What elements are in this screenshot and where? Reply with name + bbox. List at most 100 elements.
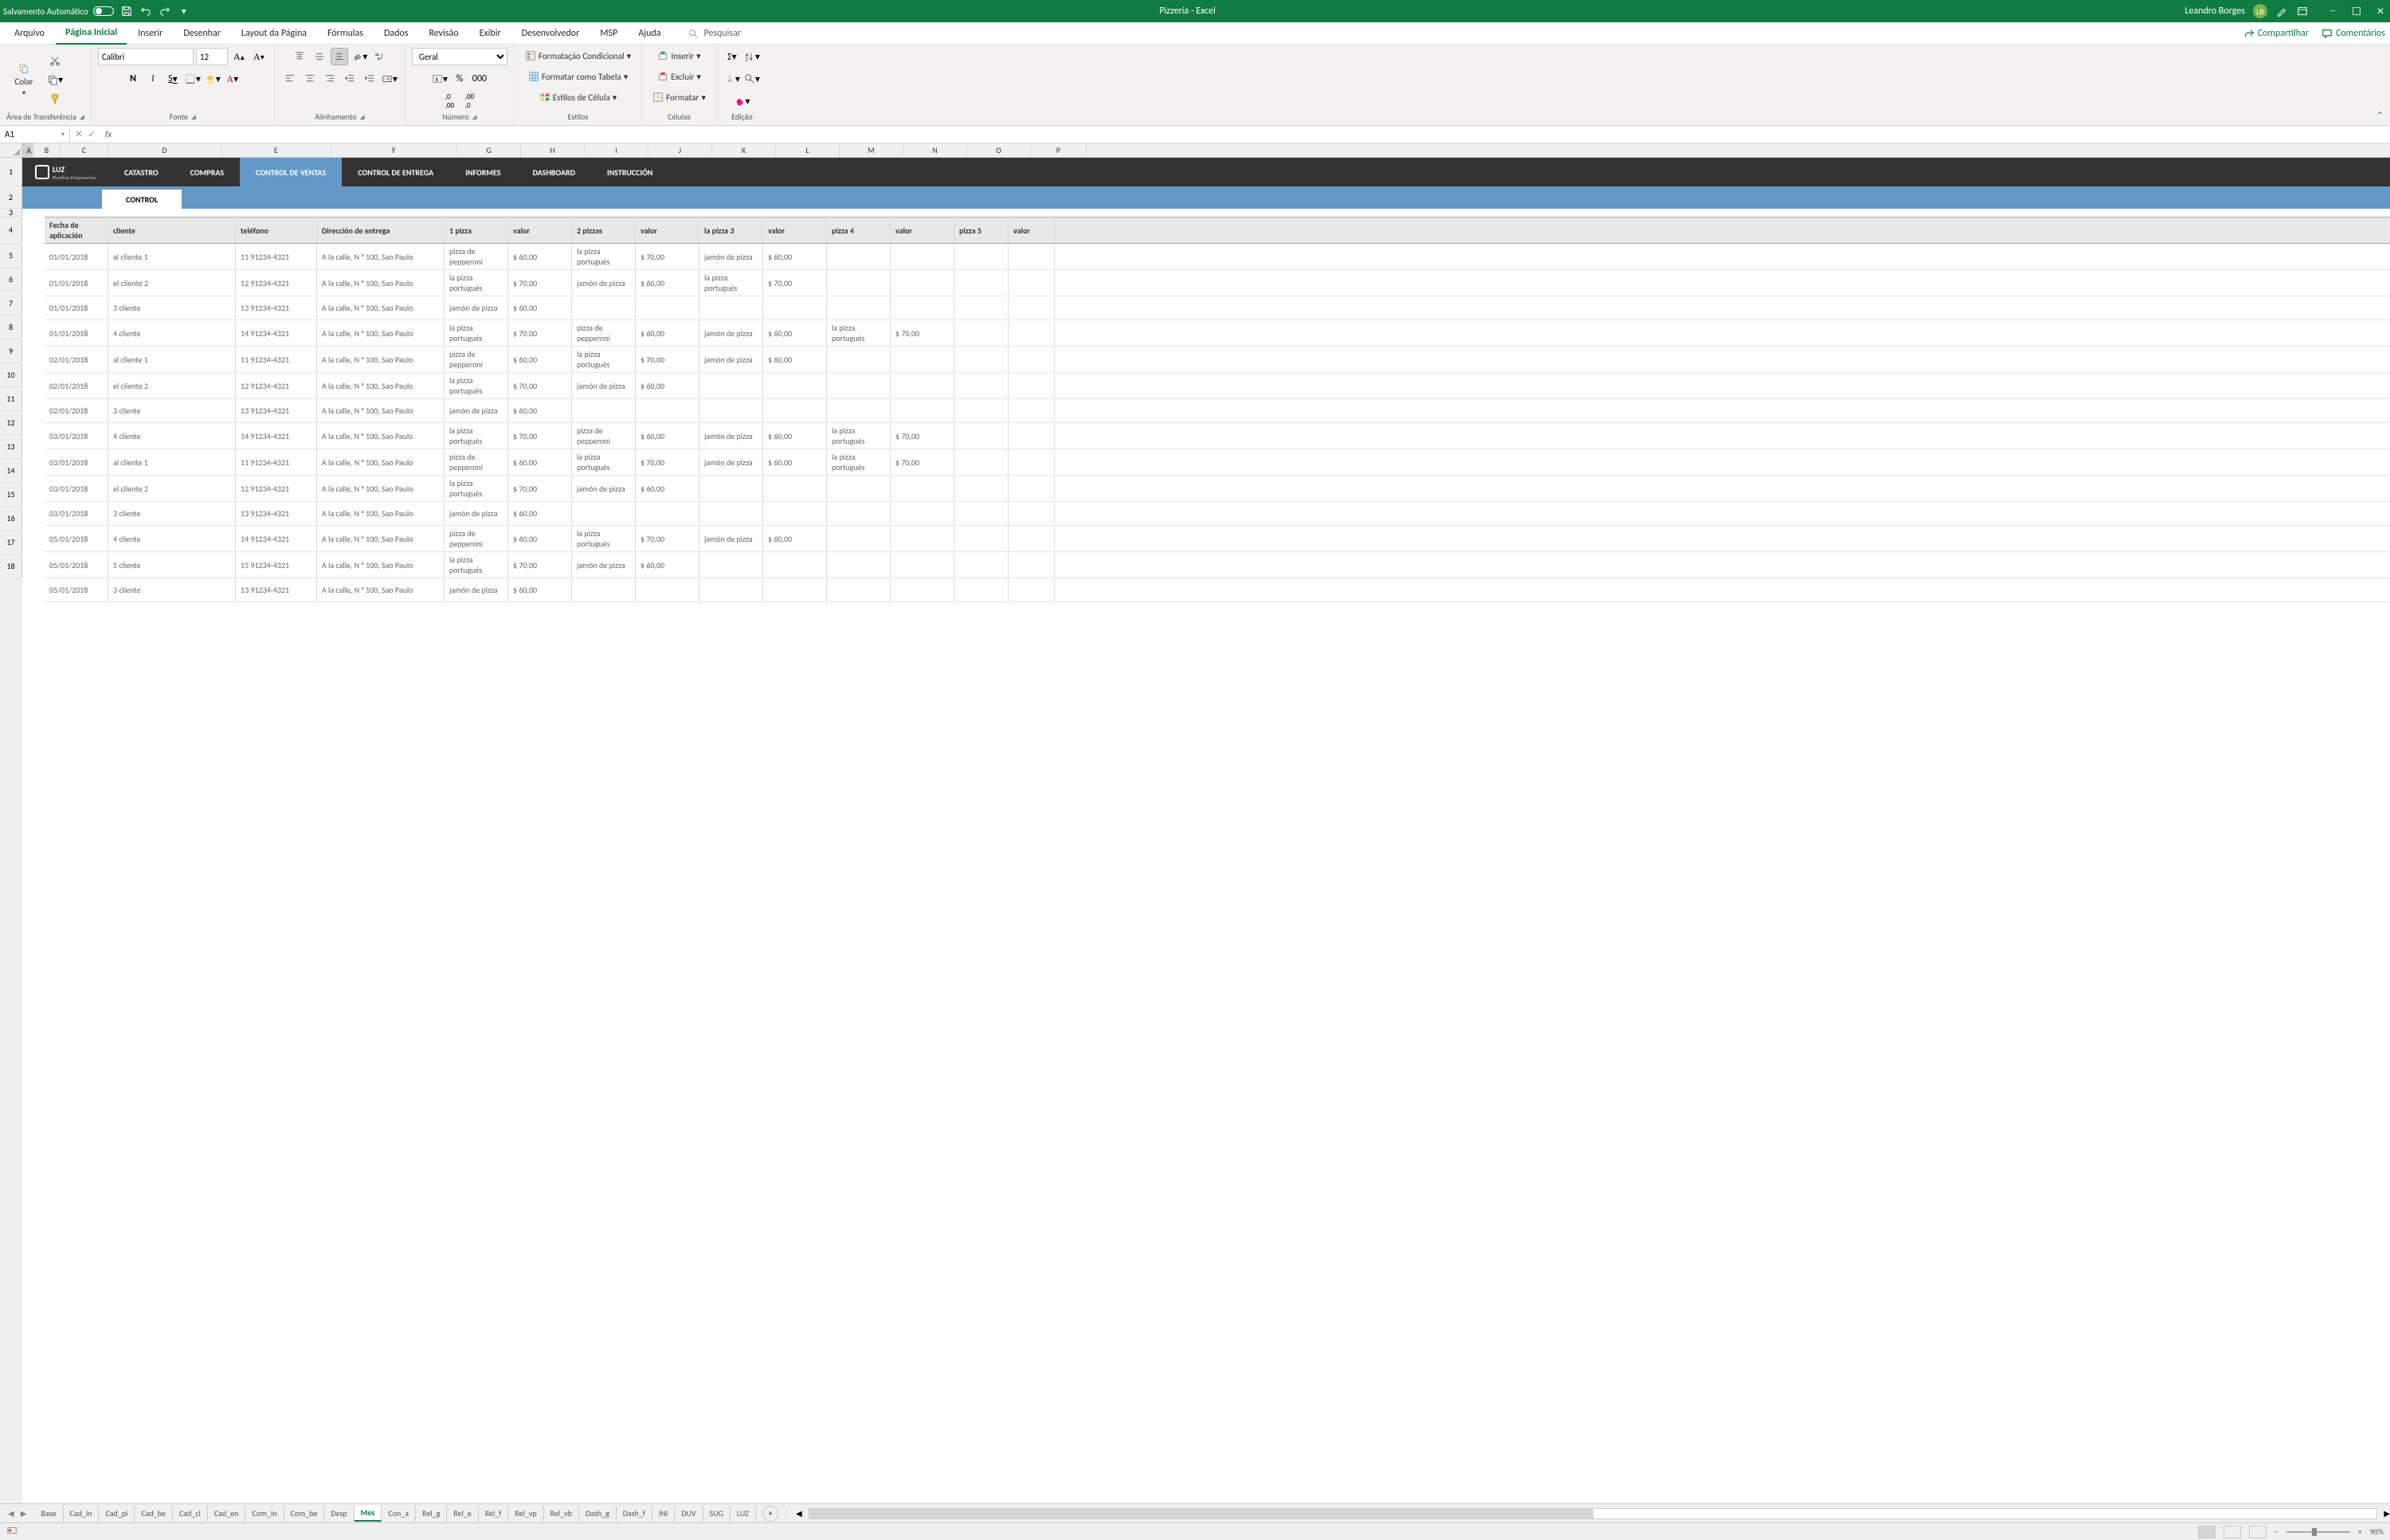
- teléfono[interactable]: 11 91234-4321: [236, 449, 317, 475]
- sheet-tab-Desp[interactable]: Desp: [324, 1506, 354, 1522]
- 1 pizza[interactable]: pizza de pepperoni: [445, 449, 508, 475]
- col-header-N[interactable]: N: [903, 143, 967, 157]
- teléfono[interactable]: 11 91234-4321: [236, 347, 317, 372]
- la pizza 3[interactable]: jamón de pizza: [699, 347, 763, 372]
- table-row[interactable]: 03/01/2018el cliente 212 91234-4321A la …: [45, 476, 2390, 502]
- row-header-11[interactable]: 11: [0, 387, 22, 411]
- nav-control-de-entrega[interactable]: CONTROL DE ENTREGA: [342, 158, 449, 186]
- row-header-2[interactable]: 2: [0, 186, 22, 209]
- row-header-7[interactable]: 7: [0, 292, 22, 315]
- tab-página-inicial[interactable]: Página Inicial: [56, 22, 127, 45]
- valor[interactable]: [891, 296, 954, 319]
- fx-icon[interactable]: fx: [100, 129, 116, 139]
- merge-icon[interactable]: ▾: [381, 70, 398, 88]
- la pizza 3[interactable]: jamón de pizza: [699, 244, 763, 269]
- teléfono[interactable]: 15 91234-4321: [236, 552, 317, 578]
- col-header-M[interactable]: M: [840, 143, 903, 157]
- comma-icon[interactable]: 000: [471, 70, 488, 88]
- pizza 5[interactable]: [954, 399, 1009, 422]
- qat-more-icon[interactable]: ▾: [178, 5, 190, 18]
- valor[interactable]: $ 70,00: [508, 320, 572, 346]
- nav-informes[interactable]: INFORMES: [449, 158, 516, 186]
- pizza 5[interactable]: [954, 320, 1009, 346]
- format-painter-icon[interactable]: [46, 90, 64, 108]
- sheet-tab-DUV[interactable]: DUV: [675, 1506, 703, 1522]
- sheet-tab-LUZ[interactable]: LUZ: [731, 1506, 756, 1522]
- 2 pizzas[interactable]: pizza de pepperoni: [572, 320, 636, 346]
- close-icon[interactable]: ✕: [2374, 5, 2387, 18]
- tab-arquivo[interactable]: Arquivo: [5, 22, 54, 45]
- 2 pizzas[interactable]: la pizza portugués: [572, 526, 636, 551]
- col-7[interactable]: valor: [636, 217, 699, 243]
- cond-format-button[interactable]: Formatação Condicional▾: [521, 48, 635, 64]
- teléfono[interactable]: 13 91234-4321: [236, 502, 317, 525]
- 2 pizzas[interactable]: jamón de pizza: [572, 552, 636, 578]
- delete-cells-button[interactable]: Excluir▾: [653, 69, 705, 84]
- valor[interactable]: $ 70,00: [508, 423, 572, 449]
- teléfono[interactable]: 13 91234-4321: [236, 399, 317, 422]
- valor[interactable]: [1009, 244, 1055, 269]
- valor[interactable]: [1009, 373, 1055, 398]
- select-all-corner[interactable]: [0, 143, 22, 157]
- save-icon[interactable]: [120, 5, 133, 18]
- pizza 5[interactable]: [954, 552, 1009, 578]
- valor[interactable]: [1009, 449, 1055, 475]
- Fecha de aplicación[interactable]: 01/01/2018: [45, 244, 108, 269]
- Fecha de aplicación[interactable]: 03/01/2018: [45, 449, 108, 475]
- 1 pizza[interactable]: la pizza portugués: [445, 373, 508, 398]
- col-header-L[interactable]: L: [776, 143, 840, 157]
- row-header-12[interactable]: 12: [0, 411, 22, 435]
- Dirección de entrega[interactable]: A la calle, N ° 100, Sao Paulo: [317, 244, 445, 269]
- format-cells-button[interactable]: Formatar▾: [648, 89, 710, 105]
- sheet-tab-Rel_vp[interactable]: Rel_vp: [508, 1506, 543, 1522]
- valor[interactable]: $ 60,00: [508, 502, 572, 525]
- la pizza 3[interactable]: [699, 578, 763, 602]
- collapse-ribbon-icon[interactable]: ⌃: [2369, 107, 2390, 125]
- tab-inserir[interactable]: Inserir: [128, 22, 172, 45]
- valor[interactable]: [891, 244, 954, 269]
- row-header-3[interactable]: 3: [0, 209, 22, 217]
- row-header-14[interactable]: 14: [0, 459, 22, 483]
- teléfono[interactable]: 14 91234-4321: [236, 320, 317, 346]
- col-header-F[interactable]: F: [331, 143, 457, 157]
- comments-button[interactable]: Comentários: [2321, 28, 2385, 39]
- pizza 4[interactable]: [827, 578, 891, 602]
- valor[interactable]: $ 70,00: [636, 244, 699, 269]
- pizza 5[interactable]: [954, 578, 1009, 602]
- row-header-17[interactable]: 17: [0, 531, 22, 554]
- sheet-tab-Cad_en[interactable]: Cad_en: [208, 1506, 246, 1522]
- draw-mode-icon[interactable]: [2275, 5, 2288, 18]
- table-row[interactable]: 02/01/20183 cliente13 91234-4321A la cal…: [45, 399, 2390, 423]
- align-right-icon[interactable]: [321, 70, 339, 88]
- 1 pizza[interactable]: pizza de pepperoni: [445, 347, 508, 372]
- pizza 4[interactable]: [827, 270, 891, 296]
- 1 pizza[interactable]: jamón de pizza: [445, 399, 508, 422]
- pizza 5[interactable]: [954, 347, 1009, 372]
- la pizza 3[interactable]: jamón de pizza: [699, 423, 763, 449]
- valor[interactable]: [636, 502, 699, 525]
- dialog-launcher-icon[interactable]: ◢: [472, 113, 476, 121]
- Dirección de entrega[interactable]: A la calle, N ° 100, Sao Paulo: [317, 373, 445, 398]
- bold-button[interactable]: N: [124, 70, 142, 88]
- valor[interactable]: [891, 502, 954, 525]
- la pizza 3[interactable]: [699, 502, 763, 525]
- copy-icon[interactable]: ▾: [46, 71, 64, 88]
- cliente[interactable]: 4 cliente: [108, 526, 236, 551]
- la pizza 3[interactable]: jamón de pizza: [699, 526, 763, 551]
- sheet-tab-SUG[interactable]: SUG: [703, 1506, 731, 1522]
- col-3[interactable]: Dirección de entrega: [317, 217, 445, 243]
- Dirección de entrega[interactable]: A la calle, N ° 100, Sao Paulo: [317, 320, 445, 346]
- valor[interactable]: $ 70,00: [636, 449, 699, 475]
- align-left-icon[interactable]: [281, 70, 299, 88]
- pizza 4[interactable]: la pizza portugués: [827, 423, 891, 449]
- valor[interactable]: $ 60,00: [763, 347, 827, 372]
- valor[interactable]: $ 60,00: [508, 578, 572, 602]
- pizza 4[interactable]: [827, 244, 891, 269]
- table-row[interactable]: 05/01/20185 cliente15 91234-4321A la cal…: [45, 552, 2390, 578]
- 1 pizza[interactable]: la pizza portugués: [445, 423, 508, 449]
- Fecha de aplicación[interactable]: 02/01/2018: [45, 399, 108, 422]
- Fecha de aplicación[interactable]: 03/01/2018: [45, 476, 108, 501]
- align-top-icon[interactable]: [291, 48, 308, 65]
- valor[interactable]: [891, 347, 954, 372]
- redo-icon[interactable]: [159, 5, 171, 18]
